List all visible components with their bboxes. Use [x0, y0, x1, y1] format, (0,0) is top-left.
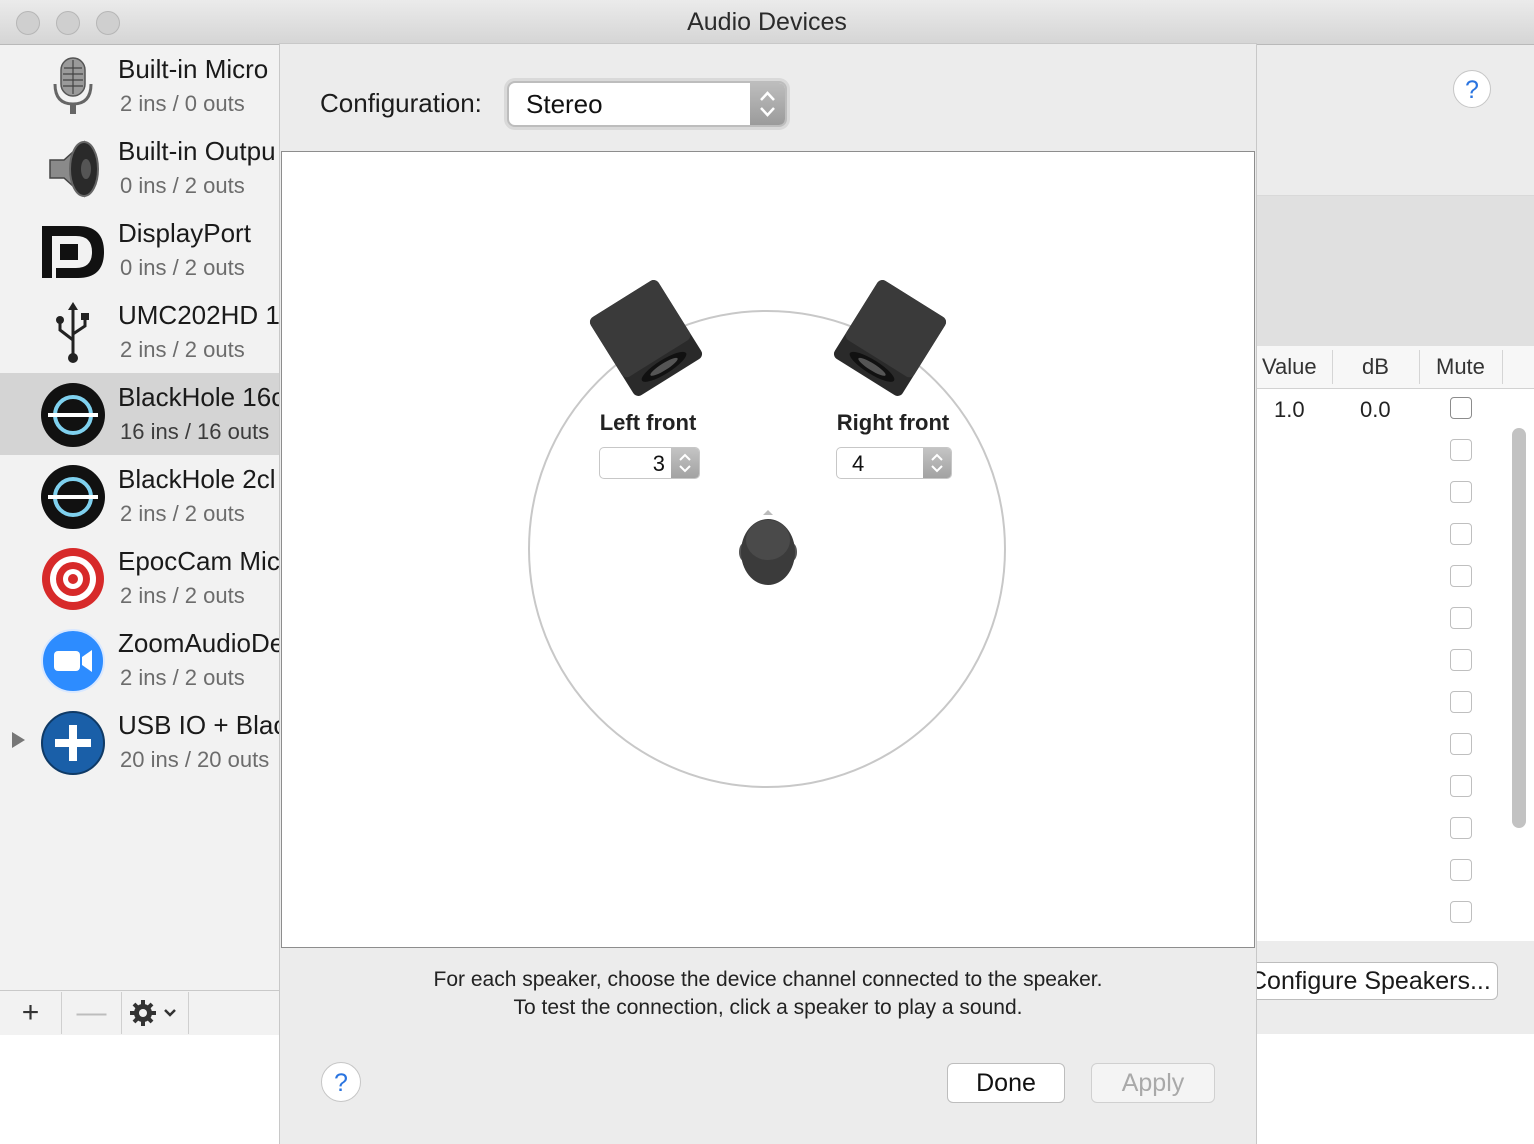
- device-row-built-in-microphone[interactable]: Built-in Micro 2 ins / 0 outs: [0, 45, 280, 127]
- configuration-label: Configuration:: [320, 88, 482, 118]
- left-front-channel-stepper[interactable]: 3: [599, 447, 700, 479]
- device-row-blackhole-2ch[interactable]: BlackHole 2cl 2 ins / 2 outs: [0, 455, 280, 537]
- device-name: BlackHole 16c: [118, 382, 280, 412]
- column-divider: [1332, 350, 1333, 384]
- column-header-value[interactable]: Value: [1262, 354, 1317, 380]
- stepper-arrows-icon[interactable]: [671, 448, 699, 478]
- target-icon: [42, 548, 104, 610]
- column-header-mute[interactable]: Mute: [1436, 354, 1485, 380]
- tab-area: [1256, 196, 1534, 346]
- window-title: Audio Devices: [687, 8, 847, 36]
- left-front-label: Left front: [599, 410, 697, 435]
- device-io: 2 ins / 2 outs: [120, 501, 245, 526]
- mute-checkbox[interactable]: [1450, 691, 1472, 713]
- table-cell-db[interactable]: 0.0: [1360, 397, 1391, 423]
- mute-checkbox[interactable]: [1450, 397, 1472, 419]
- device-io: 2 ins / 2 outs: [120, 583, 245, 608]
- mute-checkbox[interactable]: [1450, 817, 1472, 839]
- device-row-blackhole-16ch[interactable]: BlackHole 16c 16 ins / 16 outs: [0, 373, 280, 455]
- column-divider: [1419, 350, 1420, 384]
- device-name: USB IO + Blac: [118, 710, 280, 740]
- channel-table: 1.0 0.0: [1256, 389, 1534, 941]
- zoom-camera-icon: [41, 629, 105, 693]
- listener-head-icon: [739, 510, 797, 585]
- mute-checkbox[interactable]: [1450, 901, 1472, 923]
- device-io: 2 ins / 0 outs: [120, 91, 245, 116]
- mute-checkbox[interactable]: [1450, 649, 1472, 671]
- title-bar: Audio Devices: [0, 0, 1534, 45]
- device-row-built-in-output[interactable]: Built-in Outpu 0 ins / 2 outs: [0, 127, 280, 209]
- disclosure-triangle-icon[interactable]: [12, 732, 25, 748]
- usb-icon: [56, 302, 89, 363]
- device-io: 2 ins / 2 outs: [120, 337, 245, 362]
- configuration-value: Stereo: [526, 89, 603, 119]
- displayport-icon: [42, 226, 104, 278]
- add-device-button[interactable]: +: [0, 992, 62, 1034]
- mute-checkbox[interactable]: [1450, 523, 1472, 545]
- left-front-channel-value: 3: [652, 451, 665, 476]
- mute-checkbox[interactable]: [1450, 733, 1472, 755]
- device-name: EpocCam Mic: [118, 546, 280, 576]
- device-name: DisplayPort: [118, 218, 251, 248]
- speaker-icon: [49, 140, 99, 198]
- blackhole-icon: [41, 383, 105, 447]
- device-name: BlackHole 2cl: [118, 464, 276, 494]
- mute-checkbox[interactable]: [1450, 439, 1472, 461]
- select-arrows-icon[interactable]: [750, 83, 785, 125]
- device-io: 20 ins / 20 outs: [120, 747, 270, 772]
- device-name: Built-in Micro: [118, 54, 269, 84]
- right-front-channel-stepper[interactable]: 4: [836, 447, 952, 479]
- device-row-displayport[interactable]: DisplayPort 0 ins / 2 outs: [0, 209, 280, 291]
- gear-icon: [130, 1000, 176, 1026]
- device-row-umc202hd[interactable]: UMC202HD 1 2 ins / 2 outs: [0, 291, 280, 373]
- mute-checkbox[interactable]: [1450, 775, 1472, 797]
- device-name: Built-in Outpu: [118, 136, 276, 166]
- remove-device-button[interactable]: —: [62, 992, 122, 1034]
- device-row-epoccam-mic[interactable]: EpocCam Mic 2 ins / 2 outs: [0, 537, 280, 619]
- settings-menu-button[interactable]: [122, 992, 189, 1034]
- done-button[interactable]: Done: [947, 1063, 1065, 1103]
- mute-checkbox[interactable]: [1450, 859, 1472, 881]
- instruction-text-2: To test the connection, click a speaker …: [513, 996, 1023, 1019]
- right-front-label: Right front: [836, 410, 950, 435]
- stepper-arrows-icon[interactable]: [923, 448, 951, 478]
- mute-checkbox[interactable]: [1450, 481, 1472, 503]
- channel-table-header: Value dB Mute: [1256, 346, 1534, 389]
- left-front-speaker[interactable]: [588, 278, 704, 398]
- mute-checkbox[interactable]: [1450, 565, 1472, 587]
- device-io: 16 ins / 16 outs: [120, 419, 270, 444]
- right-front-speaker[interactable]: [832, 278, 948, 398]
- device-io: 2 ins / 2 outs: [120, 665, 245, 690]
- device-row-zoomaudiodevice[interactable]: ZoomAudioDe 2 ins / 2 outs: [0, 619, 280, 701]
- device-list: Built-in Micro 2 ins / 0 outs Built-in O…: [0, 45, 280, 990]
- device-name: UMC202HD 1: [118, 300, 280, 330]
- instruction-text-1: For each speaker, choose the device chan…: [433, 968, 1103, 991]
- device-name: ZoomAudioDe: [118, 628, 280, 658]
- table-scrollbar[interactable]: [1512, 428, 1526, 828]
- device-io: 0 ins / 2 outs: [120, 255, 245, 280]
- aggregate-plus-icon: [41, 711, 105, 775]
- device-io: 0 ins / 2 outs: [120, 173, 245, 198]
- help-button[interactable]: ?: [1453, 70, 1491, 108]
- column-header-db[interactable]: dB: [1362, 354, 1389, 380]
- mute-checkbox[interactable]: [1450, 607, 1472, 629]
- table-cell-value[interactable]: 1.0: [1274, 397, 1305, 423]
- device-row-usb-io-aggregate[interactable]: USB IO + Blac 20 ins / 20 outs: [0, 701, 280, 783]
- right-front-channel-value: 4: [852, 451, 865, 476]
- sheet-help-button[interactable]: ?: [321, 1062, 361, 1102]
- apply-button[interactable]: Apply: [1091, 1063, 1215, 1103]
- microphone-icon: [53, 57, 93, 114]
- blackhole-icon: [41, 465, 105, 529]
- device-header-panel: [1256, 45, 1534, 196]
- column-divider: [1502, 350, 1503, 384]
